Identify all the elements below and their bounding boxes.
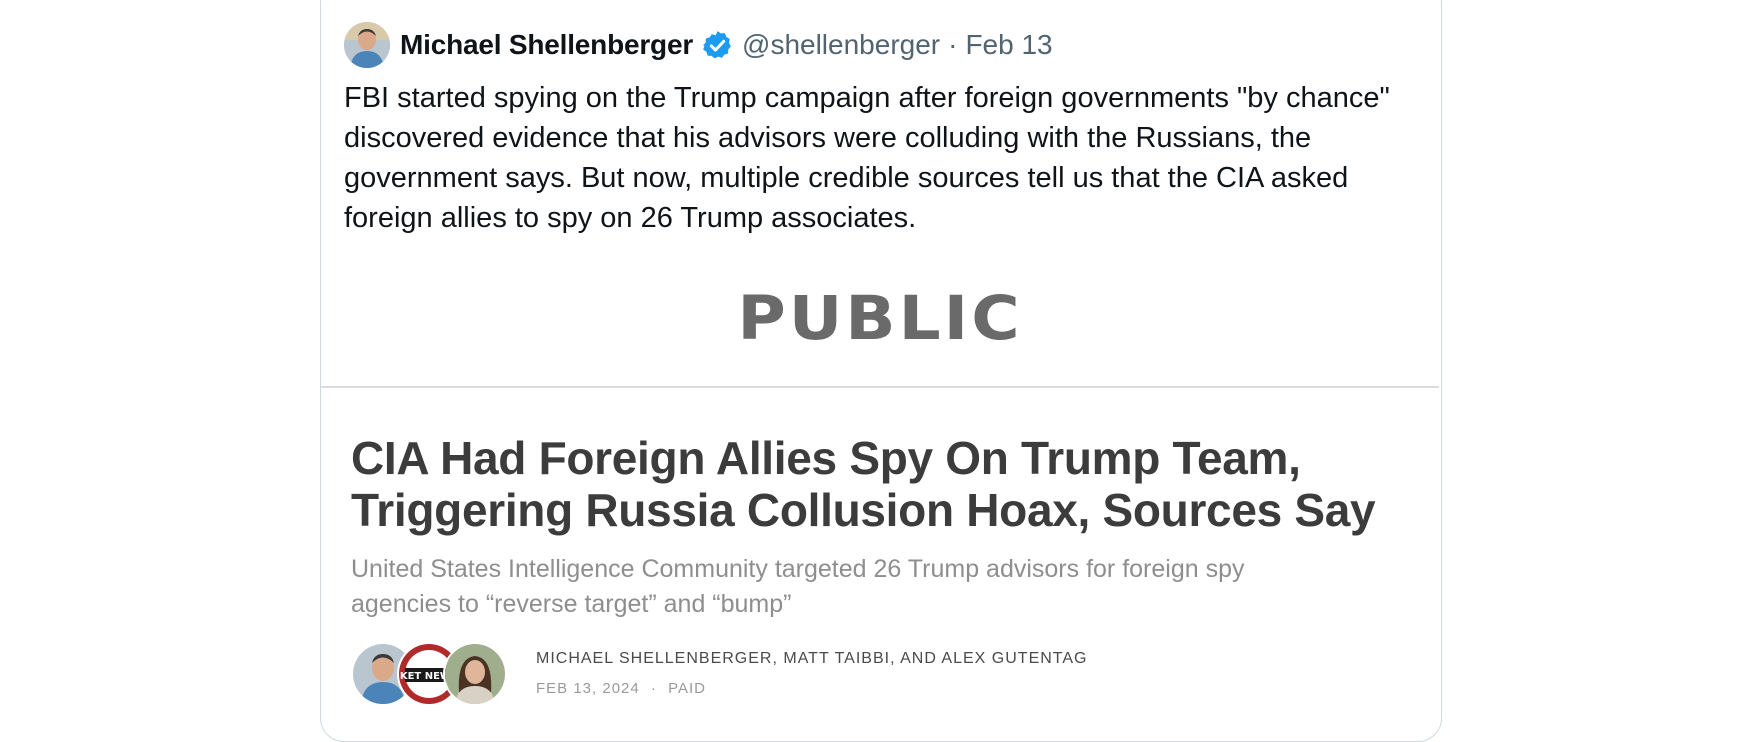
tweet-text: FBI started spying on the Trump campaign… bbox=[344, 82, 1390, 234]
date-separator: · bbox=[650, 679, 657, 697]
article-preview[interactable]: PUBLIC CIA Had Foreign Allies Spy On Tru… bbox=[321, 250, 1439, 710]
meta-separator: · bbox=[948, 29, 958, 60]
article-subtitle: United States Intelligence Community tar… bbox=[351, 555, 1245, 618]
author-handle[interactable]: @shellenberger bbox=[742, 29, 940, 61]
tweet-date[interactable]: Feb 13 bbox=[965, 29, 1052, 61]
article-divider bbox=[321, 386, 1439, 388]
article-access: PAID bbox=[668, 679, 706, 697]
article-date: FEB 13, 2024 bbox=[536, 679, 640, 697]
article-headline: CIA Had Foreign Allies Spy On Trump Team… bbox=[351, 432, 1376, 536]
author-avatar-gutentag bbox=[443, 642, 507, 706]
publication-logo: PUBLIC bbox=[737, 283, 1023, 354]
article-authors: MICHAEL SHELLENBERGER, MATT TAIBBI, AND … bbox=[536, 649, 1088, 667]
author-avatar[interactable] bbox=[344, 22, 390, 68]
author-name[interactable]: Michael Shellenberger bbox=[400, 29, 693, 61]
verified-badge-icon bbox=[703, 30, 731, 58]
author-avatars: KET NEWS bbox=[351, 642, 521, 706]
article-byline: KET NEWS MICHAEL SHELLENBERGER, MATT TAI… bbox=[351, 642, 1088, 706]
tweet-header: Michael Shellenberger @shellenberger · F… bbox=[344, 22, 1053, 68]
